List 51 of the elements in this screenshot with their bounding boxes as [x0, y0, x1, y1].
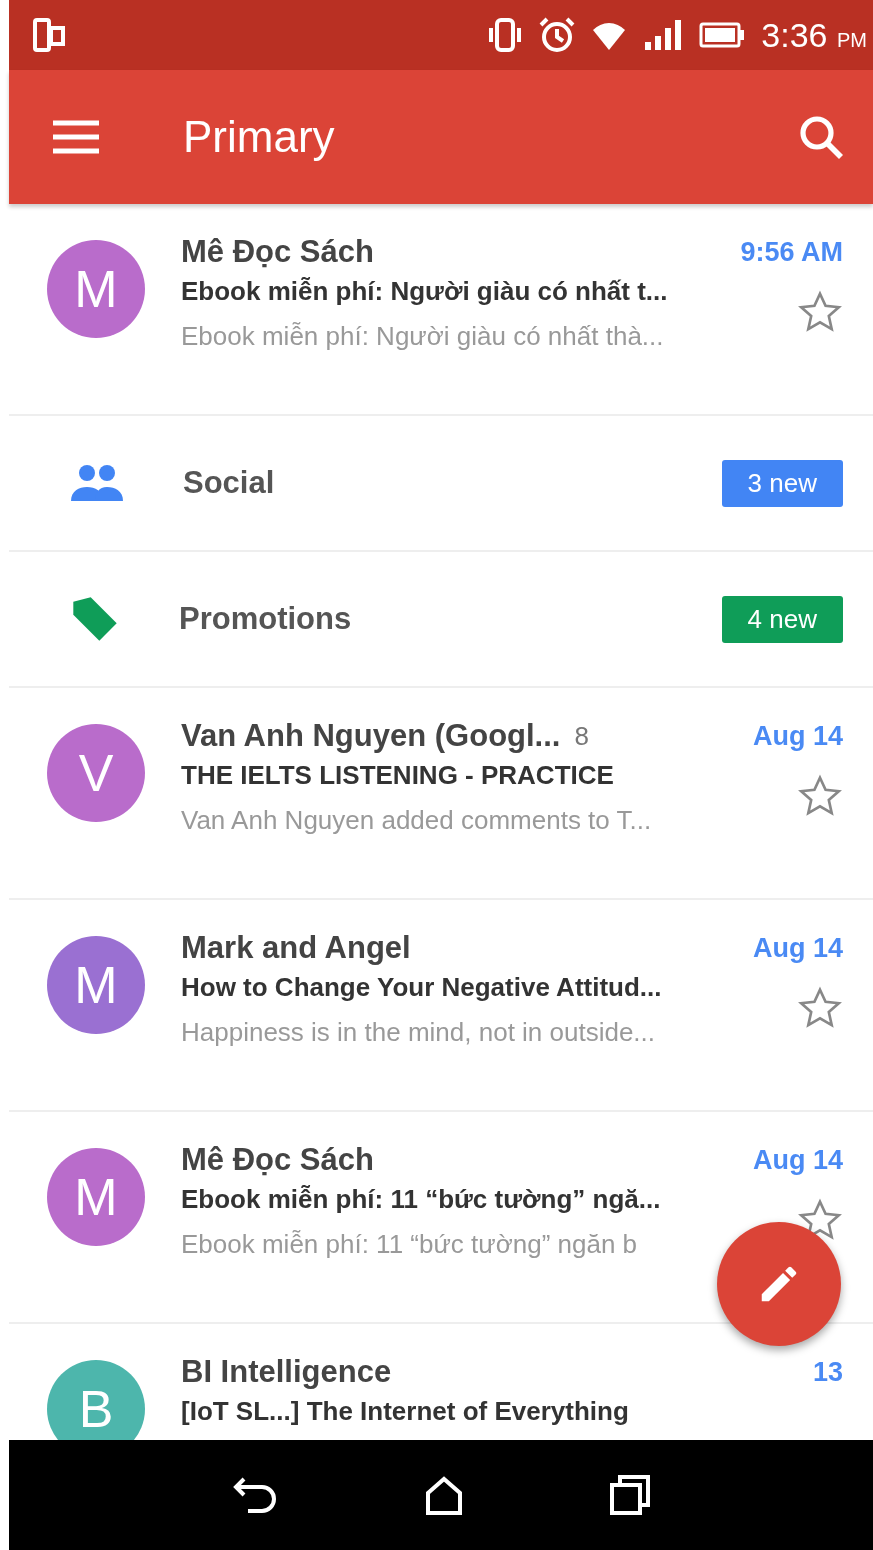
thread-count: 8 [574, 720, 589, 752]
email-snippet: Happiness is in the mind, not in outside... [181, 1016, 657, 1048]
email-subject: THE IELTS LISTENING - PRACTICE [181, 760, 614, 791]
signal-icon [643, 20, 684, 50]
star-icon[interactable] [797, 985, 843, 1031]
sender-name: Van Anh Nguyen (Googl... [181, 718, 561, 754]
star-icon[interactable] [797, 289, 843, 335]
avatar: B [47, 1360, 145, 1440]
avatar: M [47, 1148, 145, 1246]
battery-icon [699, 22, 746, 48]
search-icon[interactable] [799, 115, 843, 159]
category-label: Promotions [179, 601, 353, 637]
vibrate-icon [487, 18, 524, 52]
avatar: M [47, 936, 145, 1034]
sender-name: Mê Đọc Sách [181, 1142, 374, 1178]
sender-name: BI Intelligence [181, 1354, 392, 1390]
email-date: 9:56 AM [740, 236, 843, 268]
email-row[interactable]: V Van Anh Nguyen (Googl... 8 Aug 14 THE IELTS LISTENING - PRACTICE Van Anh Nguyen added comments to T... [9, 688, 873, 900]
email-row[interactable]: M Mark and Angel Aug 14 How to Change Your Negative Attitud... Happiness is in the mind, not in outside... [9, 900, 873, 1112]
category-row[interactable]: Promotions 4 new [9, 552, 873, 688]
clock: 3:36 PM [761, 15, 867, 55]
email-snippet: Van Anh Nguyen added comments to T... [181, 804, 653, 836]
alarm-icon [539, 17, 576, 53]
menu-icon[interactable] [53, 120, 99, 154]
email-date: Aug 14 [752, 932, 843, 964]
email-subject: [IoT SL...] The Internet of Everything [181, 1396, 629, 1427]
back-icon[interactable] [232, 1475, 278, 1515]
avatar: V [47, 724, 145, 822]
email-subject: How to Change Your Negative Attitud... [181, 972, 662, 1003]
email-row[interactable]: M Mê Đọc Sách 9:56 AM Ebook miễn phí: Người giàu có nhất t... Ebook miễn phí: Người giàu có nhất thà... [9, 204, 873, 416]
app-bar-title: Primary [183, 112, 336, 162]
email-date: Aug 14 [752, 1144, 843, 1176]
avatar: M [47, 240, 145, 338]
category-label: Social [183, 465, 276, 501]
email-date: 13 [812, 1356, 843, 1388]
email-subject: Ebook miễn phí: Người giàu có nhất t... [181, 276, 668, 307]
star-icon[interactable] [797, 773, 843, 819]
recents-icon[interactable] [610, 1475, 650, 1515]
sender-name: Mark and Angel [181, 930, 411, 966]
sender-name: Mê Đọc Sách [181, 234, 374, 270]
new-count-badge: 4 new [721, 595, 843, 643]
home-icon[interactable] [424, 1475, 464, 1515]
email-snippet: Ebook miễn phí: Người giàu có nhất thà... [181, 320, 665, 352]
email-date: Aug 14 [752, 720, 843, 752]
screen-mirror-icon [33, 18, 65, 52]
email-subject: Ebook miễn phí: 11 “bức tường” ngă... [181, 1184, 661, 1215]
star-icon[interactable] [797, 1197, 843, 1243]
category-row[interactable]: Social 3 new [9, 416, 873, 552]
email-snippet: Ebook miễn phí: 11 “bức tường” ngăn b [181, 1228, 639, 1260]
compose-button[interactable] [717, 1222, 841, 1346]
new-count-badge: 3 new [721, 459, 843, 507]
